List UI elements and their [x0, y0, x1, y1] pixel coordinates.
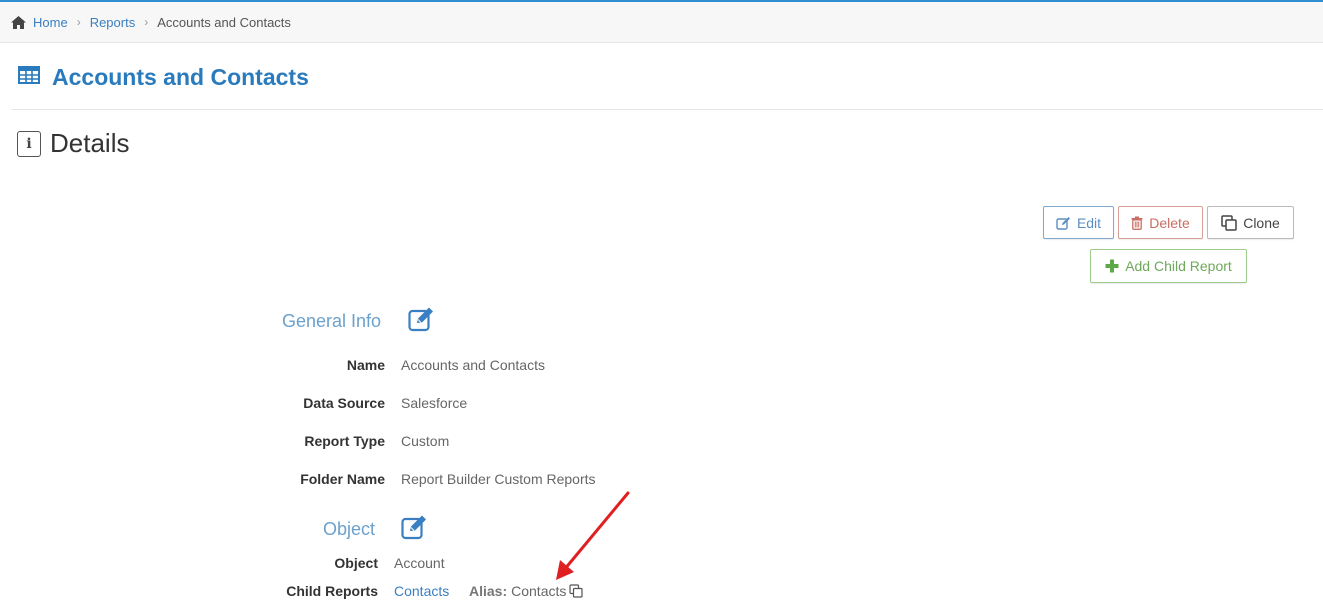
- object-label: Object: [334, 555, 378, 571]
- breadcrumb-home-link[interactable]: Home: [33, 15, 68, 30]
- edit-button[interactable]: Edit: [1043, 206, 1114, 239]
- info-icon: i: [17, 130, 41, 157]
- alias-label: Alias:: [469, 583, 508, 599]
- data-source-label: Data Source: [303, 395, 385, 411]
- plus-icon: [1105, 259, 1119, 273]
- page-title: Accounts and Contacts: [18, 60, 309, 94]
- title-divider: [12, 109, 1323, 110]
- general-info-title: General Info: [282, 311, 382, 331]
- copy-icon[interactable]: [569, 584, 583, 598]
- report-type-label: Report Type: [304, 433, 385, 449]
- edit-icon[interactable]: [401, 514, 429, 545]
- section-title-text: Details: [50, 128, 130, 158]
- home-icon[interactable]: [10, 15, 27, 30]
- annotation-arrow: [556, 491, 630, 580]
- add-child-report-label: Add Child Report: [1125, 258, 1232, 274]
- delete-button[interactable]: Delete: [1118, 206, 1203, 239]
- edit-icon: [1056, 216, 1071, 230]
- clone-button[interactable]: Clone: [1207, 206, 1294, 239]
- breadcrumb-reports-link[interactable]: Reports: [90, 15, 136, 30]
- edit-button-label: Edit: [1076, 214, 1102, 231]
- breadcrumb-separator: ›: [76, 15, 81, 29]
- table-icon: [18, 65, 40, 89]
- data-source-value: Salesforce: [401, 395, 468, 411]
- page-title-text: Accounts and Contacts: [52, 63, 309, 90]
- section-title: i Details: [17, 128, 129, 159]
- report-type-value: Custom: [401, 433, 450, 449]
- folder-name-value: Report Builder Custom Reports: [401, 471, 596, 487]
- clone-button-label: Clone: [1243, 214, 1280, 231]
- alias: Alias: Contacts: [469, 583, 583, 599]
- folder-name-label: Folder Name: [300, 471, 385, 487]
- alias-value: Contacts: [511, 583, 567, 599]
- child-report-link[interactable]: Contacts: [394, 583, 449, 599]
- object-heading: Object: [323, 514, 429, 545]
- copy-icon: [1221, 214, 1237, 231]
- delete-button-label: Delete: [1149, 214, 1190, 231]
- breadcrumb-current: Accounts and Contacts: [157, 14, 291, 30]
- object-value: Account: [394, 555, 445, 571]
- general-info-heading: General Info: [282, 306, 436, 337]
- breadcrumb-separator: ›: [144, 15, 149, 29]
- name-value: Accounts and Contacts: [401, 357, 545, 373]
- name-label: Name: [346, 357, 385, 373]
- object-title: Object: [323, 519, 376, 539]
- add-child-report-button[interactable]: Add Child Report: [1090, 249, 1247, 283]
- breadcrumb: Home › Reports › Accounts and Contacts: [0, 2, 1323, 43]
- edit-icon[interactable]: [408, 306, 436, 337]
- child-reports-label: Child Reports: [286, 583, 378, 599]
- trash-icon: [1131, 216, 1143, 230]
